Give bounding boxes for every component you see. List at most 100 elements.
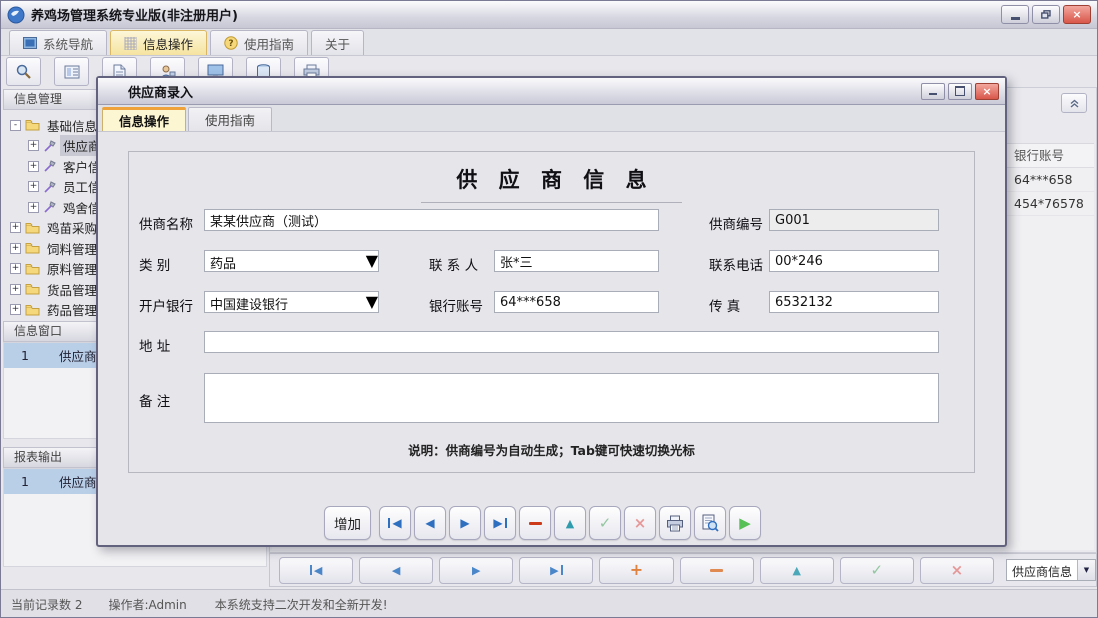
dialog-tab-user-guide[interactable]: 使用指南 [188,107,272,131]
expand-expander-icon[interactable]: + [10,304,21,315]
expand-expander-icon[interactable]: + [28,140,39,151]
last-icon: ▶ [550,565,558,576]
tree-item-label: 货品管理 [44,279,100,300]
first-record-button[interactable]: ◀ [379,506,411,540]
previous-record-button[interactable]: ◀ [359,557,433,584]
bank-label: 开户银行 [139,295,193,315]
chevron-down-icon: ▼ [366,292,378,312]
collapse-panel-button[interactable] [1061,93,1087,113]
supplier-name-label: 供商名称 [139,213,193,233]
last-icon [505,518,507,528]
folder-icon [25,242,40,254]
confirm-button[interactable]: ✓ [840,557,914,584]
tab-user-guide[interactable]: ? 使用指南 [210,30,308,55]
address-input[interactable] [204,331,939,353]
row-index: 1 [4,348,46,363]
minimize-button[interactable] [1001,5,1029,24]
column-header-bank-account[interactable]: 银行账号 [1014,144,1064,167]
dialog-close-button[interactable]: × [975,83,999,100]
maximize-icon [955,86,965,96]
folder-icon [25,283,40,295]
app-window: 养鸡场管理系统专业版(非注册用户) × 系统导航 [0,0,1098,618]
dialog-title-bar: 供应商录入 × [98,78,1005,105]
category-select[interactable]: 药品 ▼ [204,250,379,272]
form-view-button[interactable] [54,57,89,86]
tree-item-label: 药品管理 [44,299,100,320]
cancel-button[interactable]: × [624,506,656,540]
edit-record-button[interactable]: ▲ [554,506,586,540]
supplier-code-input[interactable] [769,209,939,231]
chevron-down-icon: ▼ [1077,560,1095,580]
close-button[interactable]: × [1063,5,1091,24]
table-selector-dropdown[interactable]: 供应商信息 ▼ [1006,559,1096,581]
tab-info-operation[interactable]: 信息操作 [110,30,207,55]
add-button[interactable]: 增加 [324,506,371,540]
delete-record-button[interactable] [680,557,754,584]
cancel-button[interactable]: × [920,557,994,584]
operator: 操作者:Admin [108,596,186,613]
cell-bank-account: 454*76578 [1014,192,1084,215]
dialog-tab-info-operation[interactable]: 信息操作 [102,107,186,131]
tab-system-nav[interactable]: 系统导航 [9,30,107,55]
edit-record-button[interactable]: ▲ [760,557,834,584]
last-record-button[interactable]: ▶ [484,506,516,540]
expand-expander-icon[interactable]: + [10,263,21,274]
previous-icon: ◀ [425,517,434,529]
last-record-button[interactable]: ▶ [519,557,593,584]
previous-record-button[interactable]: ◀ [414,506,446,540]
contact-input[interactable] [494,250,659,272]
delete-icon [710,569,723,572]
print-preview-button[interactable] [694,506,726,540]
chevrons-up-icon [1069,98,1080,109]
execute-button[interactable]: ▶ [729,506,761,540]
supplier-name-input[interactable] [204,209,659,231]
expand-expander-icon[interactable]: + [10,243,21,254]
collapse-expander-icon[interactable]: - [10,120,21,131]
delete-record-button[interactable] [519,506,551,540]
bank-select[interactable]: 中国建设银行 ▼ [204,291,379,313]
add-record-button[interactable]: + [599,557,673,584]
tab-label: 关于 [325,34,350,53]
expand-expander-icon[interactable]: + [10,222,21,233]
first-record-button[interactable]: ◀ [279,557,353,584]
expand-expander-icon[interactable]: + [10,284,21,295]
next-record-button[interactable]: ▶ [449,506,481,540]
expand-expander-icon[interactable]: + [28,202,39,213]
edit-icon: ▲ [566,518,574,529]
dialog-tab-bar: 信息操作 使用指南 [98,105,1005,132]
folder-open-icon [25,119,40,131]
tab-about[interactable]: 关于 [311,30,364,55]
cell-bank-account: 64***658 [1014,168,1073,191]
remark-label: 备 注 [139,390,170,410]
cancel-icon: × [951,563,964,578]
phone-input[interactable] [769,250,939,272]
folder-icon [25,222,40,234]
dialog-maximize-button[interactable] [948,83,972,100]
form-icon [64,65,80,79]
expand-expander-icon[interactable]: + [28,181,39,192]
fax-label: 传 真 [709,295,740,315]
chevron-down-icon: ▼ [366,251,378,271]
search-button[interactable] [6,57,41,86]
tab-label: 信息操作 [119,111,169,130]
next-record-button[interactable]: ▶ [439,557,513,584]
tree-item-label: 基础信息 [44,115,100,136]
dialog-minimize-button[interactable] [921,83,945,100]
expand-expander-icon[interactable]: + [28,161,39,172]
remark-textarea[interactable] [204,373,939,423]
address-label: 地 址 [139,335,170,355]
restore-button[interactable] [1032,5,1060,24]
status-message: 本系统支持二次开发和全新开发! [215,596,388,613]
supplier-form-groupbox: 供 应 商 信 息 供商名称 供商编号 类 别 药品 ▼ 联 系 人 联系电话 … [128,151,975,473]
bank-account-input[interactable] [494,291,659,313]
bank-value: 中国建设银行 [205,292,366,312]
confirm-button[interactable]: ✓ [589,506,621,540]
folder-icon [25,304,40,316]
status-bar: 当前记录数 2 操作者:Admin 本系统支持二次开发和全新开发! [1,589,1097,618]
tab-label: 使用指南 [205,110,255,129]
selected-table: 供应商信息 [1007,560,1077,580]
first-icon [388,518,390,528]
fax-input[interactable] [769,291,939,313]
print-button[interactable] [659,506,691,540]
close-icon: × [1072,9,1081,20]
